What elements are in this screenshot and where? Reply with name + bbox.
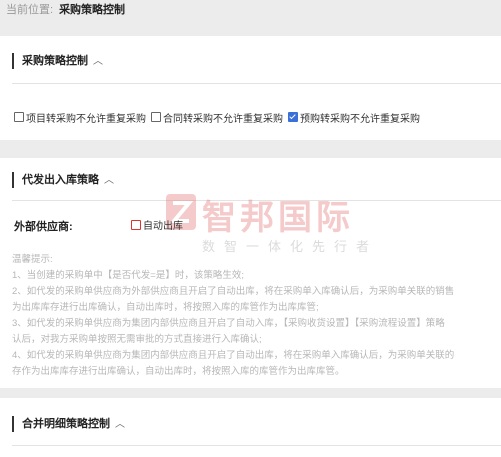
breadcrumb-prefix: 当前位置:	[6, 4, 54, 16]
section-title: 代发出入库策略	[22, 174, 99, 186]
checkbox-label: 项目转采购不允许重复采购	[26, 113, 146, 125]
project-to-purchase-checkbox[interactable]: 项目转采购不允许重复采购	[14, 110, 146, 125]
checkbox-label: 合同转采购不允许重复采购	[163, 113, 283, 125]
section-header-purchase-strategy[interactable]: 采购策略控制 ︿	[12, 53, 103, 69]
external-vendor-label: 外部供应商:	[14, 221, 73, 233]
watermark-name: 智邦国际	[202, 198, 354, 238]
section-header-merge-detail[interactable]: 合并明细策略控制 ︿	[12, 416, 125, 432]
checkbox-box[interactable]	[131, 219, 141, 230]
breadcrumb: 当前位置: 采购策略控制	[6, 3, 125, 23]
hint-block: 温馨提示: 1、当创建的采购单中【是否代发=是】时，该策略生效; 2、如代发的采…	[12, 252, 501, 380]
contract-to-purchase-checkbox[interactable]: 合同转采购不允许重复采购	[151, 110, 283, 125]
hint-line: 3、如代发的采购单供应商为集团内部供应商且开启了自动入库，【采购收货设置】【采购…	[12, 318, 445, 329]
hint-line: 为出库库存进行出库确认，自动出库时，将按照入库的库管作为出库库管;	[12, 302, 319, 313]
chevron-up-icon[interactable]: ︿	[115, 419, 125, 430]
section-title: 采购策略控制	[22, 55, 88, 67]
chevron-up-icon[interactable]: ︿	[104, 175, 114, 186]
checkbox-box[interactable]	[151, 112, 161, 122]
chevron-up-icon[interactable]: ︿	[93, 56, 103, 67]
checkbox-box-checked[interactable]	[288, 112, 298, 122]
auto-outbound-checkbox[interactable]: 自动出库	[131, 217, 183, 232]
section-header-dropship[interactable]: 代发出入库策略 ︿	[12, 172, 114, 188]
checkbox-label: 预购转采购不允许重复采购	[300, 113, 420, 125]
prepurchase-to-purchase-checkbox[interactable]: 预购转采购不允许重复采购	[288, 110, 420, 125]
breadcrumb-current: 采购策略控制	[59, 4, 126, 16]
checkbox-label: 自动出库	[143, 221, 183, 232]
hint-line: 认后，对我方采购单按照无需审批的方式直接进行入库确认;	[12, 334, 262, 345]
hint-line: 存作为出库库存进行出库确认，自动出库时，将按照入库的库管作为出库库管。	[12, 366, 345, 377]
section-divider	[12, 445, 501, 446]
section-title: 合并明细策略控制	[22, 418, 110, 430]
checkbox-box[interactable]	[14, 112, 24, 122]
hint-line: 1、当创建的采购单中【是否代发=是】时，该策略生效;	[12, 270, 244, 281]
section-divider	[12, 83, 501, 84]
merge-detail-section: 合并明细策略控制 ︿	[0, 398, 501, 457]
purchase-checkbox-row: 项目转采购不允许重复采购 合同转采购不允许重复采购 预购转采购不允许重复采购	[14, 110, 425, 125]
hint-title: 温馨提示:	[12, 254, 53, 265]
hint-line: 2、如代发的采购单供应商为外部供应商且开启了自动出库，将在采购单入库确认后，为采…	[12, 286, 455, 297]
hint-line: 4、如代发的采购单供应商为集团内部供应商且开启了自动出库，将在采购单入库确认后，…	[12, 350, 455, 361]
